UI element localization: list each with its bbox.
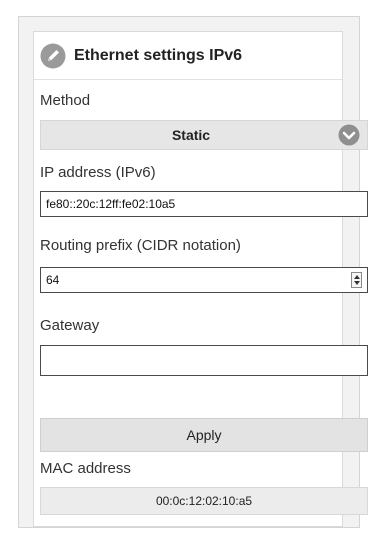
panel-title: Ethernet settings IPv6 <box>74 47 243 64</box>
gateway-label: Gateway <box>40 317 100 334</box>
routing-prefix-label: Routing prefix (CIDR notation) <box>40 237 241 254</box>
ip-address-input[interactable]: fe80::20c:12ff:fe02:10a5 <box>40 191 368 217</box>
method-label: Method <box>40 92 91 109</box>
ip-address-label: IP address (IPv6) <box>40 164 156 181</box>
prefix-stepper[interactable] <box>351 272 362 288</box>
mac-address-value: 00:0c:12:02:10:a5 <box>40 487 368 515</box>
method-select[interactable]: Static <box>40 120 368 150</box>
panel-header: Ethernet settings IPv6 <box>40 42 242 70</box>
mac-address-label: MAC address <box>40 460 131 477</box>
header-divider <box>34 79 342 80</box>
apply-button[interactable]: Apply <box>40 418 368 452</box>
ethernet-ipv6-panel: Ethernet settings IPv6 Method Static IP … <box>33 31 368 527</box>
chevron-down-icon[interactable] <box>338 124 360 146</box>
routing-prefix-value: 64 <box>46 273 60 287</box>
method-selected-value: Static <box>171 127 211 143</box>
stepper-down-icon[interactable] <box>354 281 360 285</box>
gateway-input[interactable] <box>40 345 368 376</box>
settings-frame: Ethernet settings IPv6 Method Static IP … <box>18 16 368 528</box>
pencil-icon <box>40 43 66 69</box>
routing-prefix-input[interactable]: 64 <box>40 267 368 293</box>
stepper-up-icon[interactable] <box>354 275 360 279</box>
